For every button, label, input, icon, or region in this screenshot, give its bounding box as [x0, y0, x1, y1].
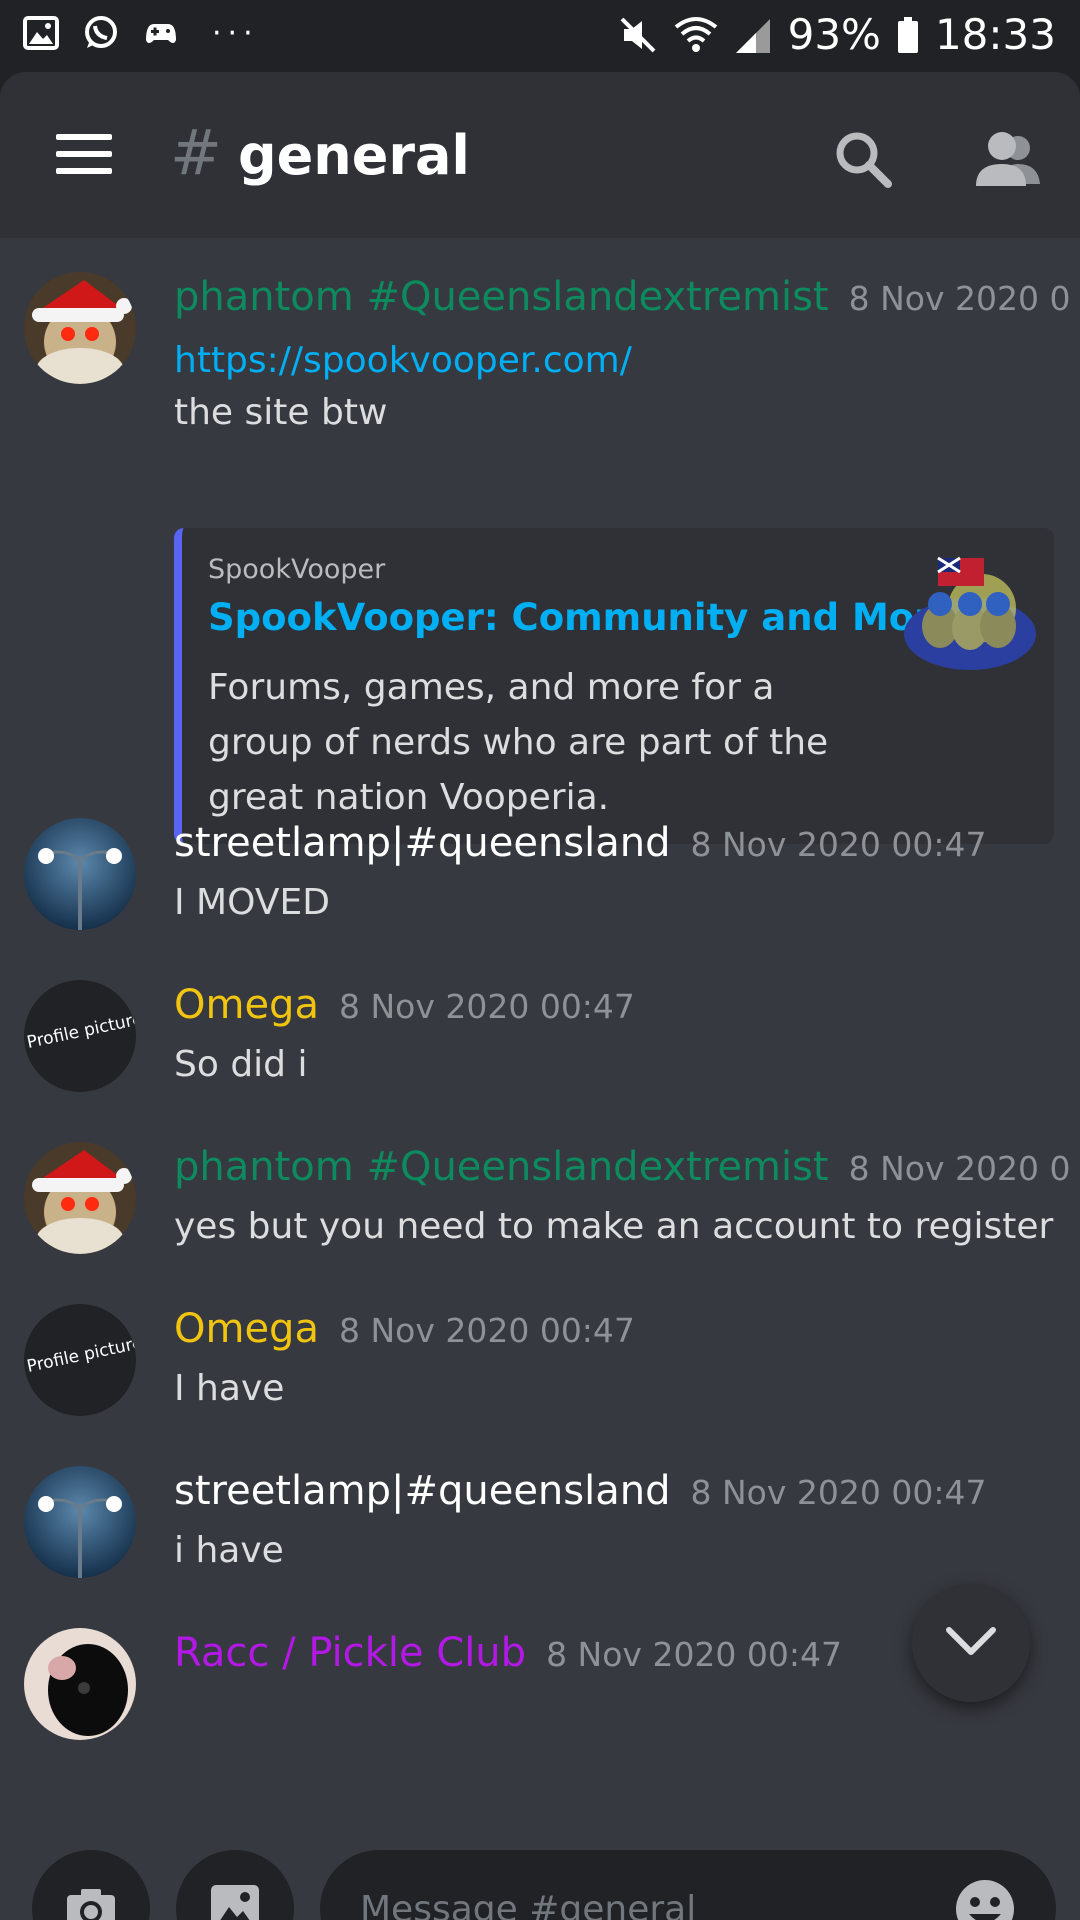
- streetlamp-avatar[interactable]: [24, 818, 136, 930]
- message-author[interactable]: streetlamp|#queensland 8 Nov 2020 00:47: [174, 1468, 986, 1514]
- message-input-container[interactable]: [320, 1850, 1056, 1920]
- username[interactable]: streetlamp|#queensland: [174, 1468, 670, 1514]
- embed-thumbnail[interactable]: [900, 538, 1040, 678]
- message[interactable]: phantom #Queenslandextremist 8 Nov 2020 0…: [0, 1142, 1080, 1282]
- message[interactable]: phantom #Queenslandextremist 8 Nov 2020 0…: [0, 238, 1080, 844]
- timestamp: 8 Nov 2020 0: [848, 279, 1071, 318]
- message[interactable]: Profile picture Omega 8 Nov 2020 00:47 I …: [0, 1304, 1080, 1444]
- avatar-label: Profile picture: [25, 1332, 136, 1378]
- message-text: the site btw: [174, 392, 388, 433]
- clock: 18:33: [934, 10, 1056, 59]
- embed-title[interactable]: SpookVooper: Community and More: [208, 596, 958, 639]
- embed-description: Forums, games, and more for a group of n…: [208, 667, 829, 818]
- more-notifications: ···: [212, 15, 259, 51]
- message-author[interactable]: phantom #Queenslandextremist 8 Nov 2020 0: [174, 1144, 1070, 1190]
- message[interactable]: Profile picture Omega 8 Nov 2020 00:47 So…: [0, 980, 1080, 1120]
- embed-provider[interactable]: SpookVooper: [208, 554, 385, 585]
- racc-avatar[interactable]: [24, 1628, 136, 1740]
- username[interactable]: Omega: [174, 1306, 319, 1352]
- camera-icon: [67, 1889, 115, 1920]
- timestamp: 8 Nov 2020 00:47: [690, 1473, 987, 1512]
- username[interactable]: streetlamp|#queensland: [174, 820, 670, 866]
- message-author[interactable]: streetlamp|#queensland 8 Nov 2020 00:47: [174, 820, 986, 866]
- whatsapp-icon: [85, 16, 117, 48]
- message-text: So did i: [174, 1044, 308, 1085]
- jump-to-latest-button[interactable]: [912, 1584, 1030, 1702]
- members-icon[interactable]: [972, 128, 1042, 190]
- message-author[interactable]: Omega 8 Nov 2020 00:47: [174, 1306, 635, 1352]
- timestamp: 8 Nov 2020 00:47: [338, 987, 635, 1026]
- message-list[interactable]: phantom #Queenslandextremist 8 Nov 2020 0…: [0, 238, 1080, 1838]
- message-text: i have: [174, 1530, 284, 1571]
- profile-picture-avatar[interactable]: Profile picture: [24, 1304, 136, 1416]
- message-input[interactable]: [358, 1880, 922, 1920]
- message-text: yes but you need to make an account to r…: [174, 1206, 1054, 1247]
- gamepad-icon: [146, 24, 176, 43]
- chevron-down-icon: [946, 1627, 996, 1655]
- image-icon: [211, 1885, 259, 1920]
- battery-percent: 93%: [787, 10, 881, 59]
- channel-name: general: [238, 124, 470, 187]
- avatar-label: Profile picture: [25, 1008, 136, 1054]
- gallery-button[interactable]: [176, 1850, 294, 1920]
- message-text: I have: [174, 1368, 285, 1409]
- channel-header: # general: [0, 72, 1080, 238]
- app-window: # general phantom #Queenslandextremist 8 …: [0, 72, 1080, 1920]
- username[interactable]: phantom #Queenslandextremist: [174, 1144, 829, 1190]
- wifi-icon: [674, 16, 717, 52]
- santa-avatar[interactable]: [24, 1142, 136, 1254]
- timestamp: 8 Nov 2020 0: [848, 1149, 1071, 1188]
- signal-icon: [735, 18, 770, 53]
- profile-picture-avatar[interactable]: Profile picture: [24, 980, 136, 1092]
- message-author[interactable]: Racc / Pickle Club 8 Nov 2020 00:47: [174, 1630, 842, 1676]
- timestamp: 8 Nov 2020 00:47: [546, 1635, 843, 1674]
- link-embed[interactable]: SpookVooper SpookVooper: Community and M…: [174, 528, 1054, 844]
- username[interactable]: Omega: [174, 982, 319, 1028]
- camera-button[interactable]: [32, 1850, 150, 1920]
- message-author[interactable]: Omega 8 Nov 2020 00:47: [174, 982, 635, 1028]
- timestamp: 8 Nov 2020 00:47: [338, 1311, 635, 1350]
- timestamp: 8 Nov 2020 00:47: [690, 825, 987, 864]
- battery-icon: [897, 16, 918, 53]
- emoji-icon[interactable]: [954, 1878, 1016, 1920]
- message-link[interactable]: https://spookvooper.com/: [174, 340, 632, 381]
- channel-hash-icon: #: [170, 116, 222, 189]
- message[interactable]: streetlamp|#queensland 8 Nov 2020 00:47 i…: [0, 1466, 1080, 1606]
- username[interactable]: Racc / Pickle Club: [174, 1630, 526, 1676]
- username[interactable]: phantom #Queenslandextremist: [174, 274, 829, 320]
- streetlamp-avatar[interactable]: [24, 1466, 136, 1578]
- message-text: I MOVED: [174, 882, 330, 923]
- status-bar: ··· 93% 18:33: [0, 0, 1080, 72]
- gallery-icon: [23, 16, 59, 50]
- search-icon[interactable]: [832, 128, 894, 190]
- message-author[interactable]: phantom #Queenslandextremist 8 Nov 2020 0: [174, 274, 1070, 320]
- message-composer: [0, 1762, 1080, 1920]
- mute-icon: [620, 17, 656, 52]
- menu-icon[interactable]: [56, 134, 112, 174]
- santa-avatar[interactable]: [24, 272, 136, 384]
- message[interactable]: streetlamp|#queensland 8 Nov 2020 00:47 I…: [0, 818, 1080, 958]
